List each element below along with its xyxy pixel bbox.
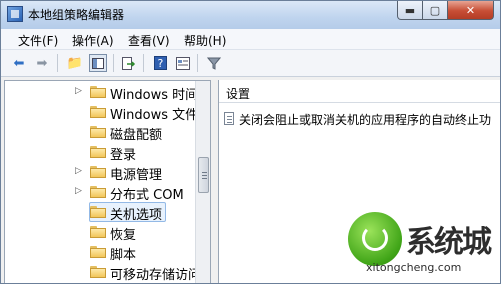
menu-view[interactable]: 查看(V) <box>128 32 170 49</box>
tree-item-label: 电源管理 <box>110 168 163 183</box>
policy-setting-icon <box>224 112 234 125</box>
grip-line <box>202 178 207 179</box>
window-title: 本地组策略编辑器 <box>28 8 125 22</box>
tree-item[interactable]: Windows 文件保 <box>5 103 210 123</box>
title-bar[interactable]: 本地组策略编辑器 ▬ ▢ ✕ <box>1 1 500 29</box>
toolbar-separator <box>57 54 58 72</box>
column-header-label: 设置 <box>226 87 251 101</box>
folder-icon <box>90 186 106 198</box>
folder-icon <box>90 126 106 138</box>
tree-item-label: 可移动存储访问 <box>110 268 202 283</box>
tree-item-label: 磁盘配额 <box>110 128 163 143</box>
tree-item-label: 分布式 COM <box>110 188 184 203</box>
back-icon[interactable]: ⬅ <box>10 54 28 72</box>
expand-arrow-icon[interactable]: ▷ <box>75 86 82 96</box>
tree-item[interactable]: ▷ Windows 时间服 <box>5 83 210 103</box>
tree-item-label: 登录 <box>110 148 137 163</box>
tree-item-label: 恢复 <box>110 228 137 243</box>
menu-bar: 文件(F) 操作(A) 查看(V) 帮助(H) <box>1 29 500 50</box>
watermark: 系统城 xitongcheng.com <box>346 209 500 283</box>
tree-item[interactable]: 登录 <box>5 143 195 163</box>
close-button[interactable]: ✕ <box>447 1 494 20</box>
menu-action[interactable]: 操作(A) <box>72 32 114 49</box>
folder-icon <box>90 246 106 258</box>
export-list-icon[interactable] <box>120 54 138 72</box>
toolbar-separator <box>143 54 144 72</box>
tree-pane: ▷ Windows 时间服 Windows 文件保 磁盘配额 登录 ▷ 电源管理… <box>4 80 211 283</box>
tree-item-selected[interactable]: 关机选项 <box>5 202 195 223</box>
show-hide-tree-icon[interactable] <box>89 54 107 72</box>
toolbar: ⬅ ➡ 📁 ? <box>1 50 500 77</box>
up-folder-icon[interactable]: 📁 <box>66 54 84 72</box>
toolbar-separator <box>113 54 114 72</box>
toolbar-separator <box>197 54 198 72</box>
grip-line <box>202 172 207 173</box>
gpedit-window: 本地组策略编辑器 ▬ ▢ ✕ 文件(F) 操作(A) 查看(V) 帮助(H) ⬅… <box>0 0 501 284</box>
tree-item[interactable]: 磁盘配额 <box>5 123 195 143</box>
folder-icon <box>90 106 106 118</box>
column-header-setting[interactable]: 设置 <box>219 80 500 103</box>
watermark-logo-icon <box>348 212 402 266</box>
minimize-button[interactable]: ▬ <box>397 1 423 20</box>
tree-item-label: 关机选项 <box>110 208 163 223</box>
maximize-button[interactable]: ▢ <box>422 1 448 20</box>
properties-icon[interactable] <box>174 54 192 72</box>
tree-item[interactable]: 可移动存储访问 <box>5 263 201 283</box>
watermark-url: xitongcheng.com <box>366 261 462 274</box>
folder-icon <box>90 206 106 218</box>
setting-label: 关闭会阻止或取消关机的应用程序的自动终止功 <box>239 113 492 127</box>
tree-item[interactable]: 恢复 <box>5 223 195 243</box>
folder-icon <box>90 146 106 158</box>
tree-item[interactable]: ▷ 分布式 COM <box>5 183 195 203</box>
filter-icon[interactable] <box>205 54 223 72</box>
folder-icon <box>90 266 106 278</box>
svg-text:?: ? <box>157 57 163 70</box>
help-icon[interactable]: ? <box>151 54 169 72</box>
watermark-text: 系统城 <box>406 225 492 260</box>
forward-icon[interactable]: ➡ <box>33 54 51 72</box>
expand-arrow-icon[interactable]: ▷ <box>75 166 82 176</box>
expand-arrow-icon[interactable]: ▷ <box>75 186 82 196</box>
grip-line <box>202 175 207 176</box>
setting-row[interactable]: 关闭会阻止或取消关机的应用程序的自动终止功 <box>224 110 500 128</box>
folder-icon <box>90 226 106 238</box>
tree-item[interactable]: 脚本 <box>5 243 195 263</box>
folder-icon <box>90 166 106 178</box>
tree-vertical-scrollbar[interactable] <box>195 81 210 283</box>
tree-item-label: 脚本 <box>110 248 137 263</box>
menu-file[interactable]: 文件(F) <box>18 32 58 49</box>
tree-item[interactable]: ▷ 电源管理 <box>5 163 195 183</box>
menu-help[interactable]: 帮助(H) <box>184 32 226 49</box>
folder-icon <box>90 86 106 98</box>
scrollbar-thumb[interactable] <box>198 157 209 193</box>
app-icon <box>7 6 23 22</box>
